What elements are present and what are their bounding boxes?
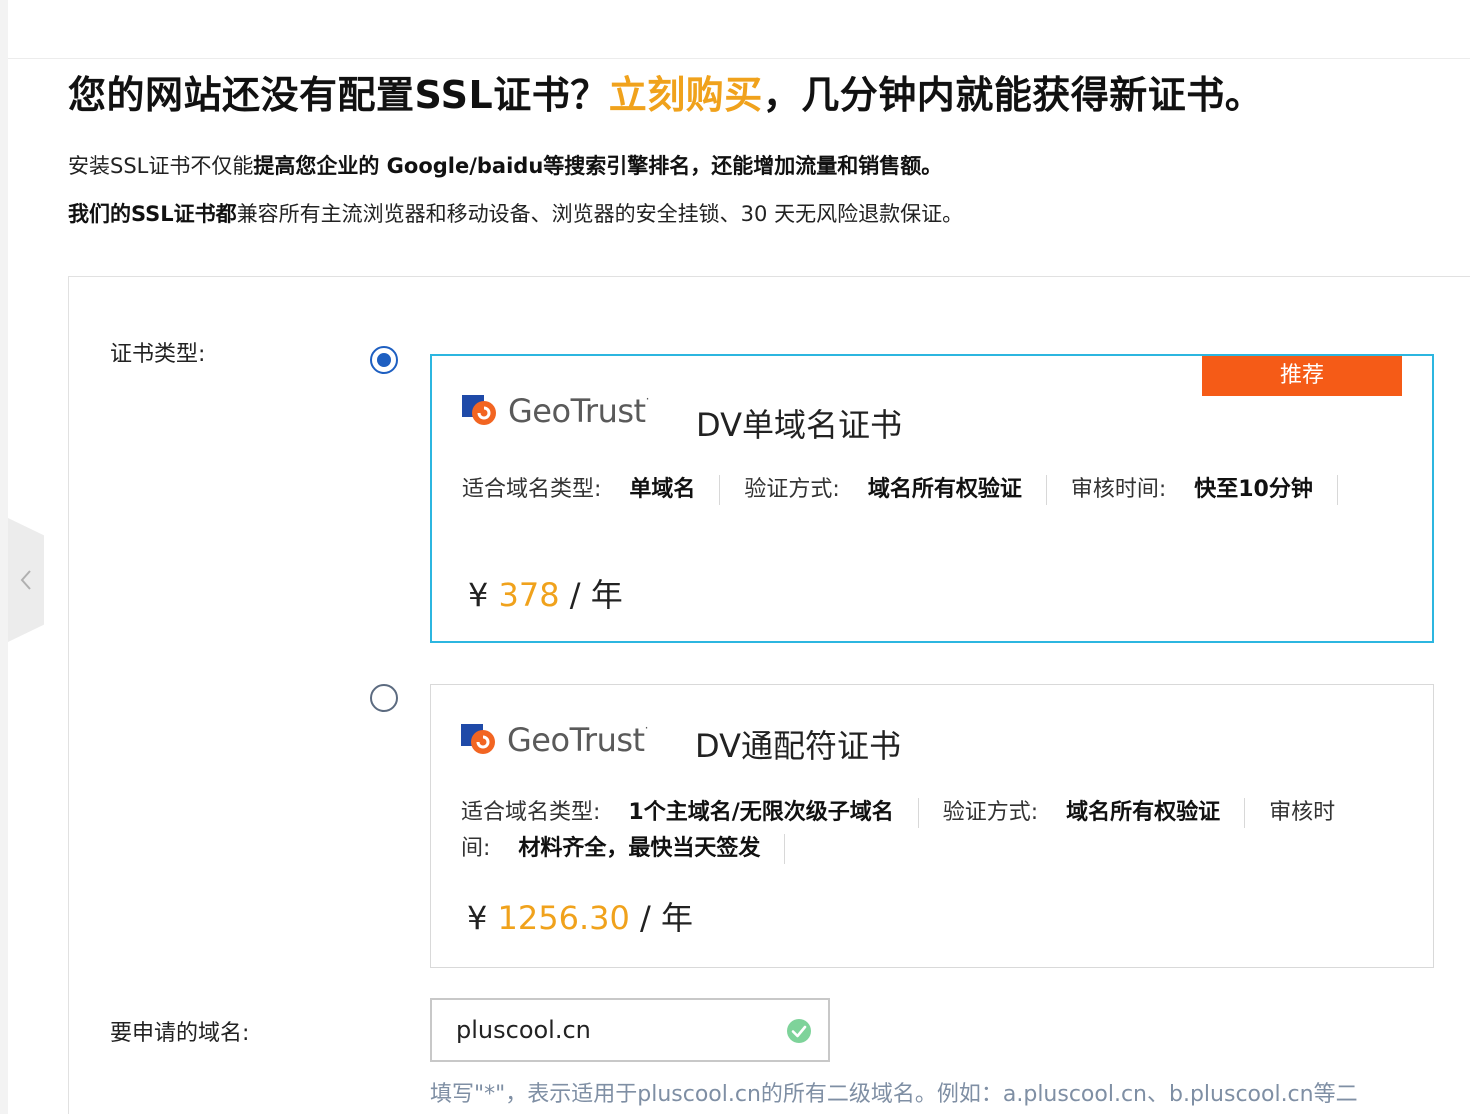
- intro-line-1: 安装SSL证书不仅能提高您企业的 Google/baidu等搜索引擎排名，还能增…: [68, 150, 942, 180]
- geotrust-logo: GeoTrust·: [462, 392, 649, 430]
- brand-name: GeoTrust·: [508, 392, 649, 430]
- geotrust-logo: GeoTrust·: [461, 721, 648, 759]
- headline-suffix: ，几分钟内就能获得新证书。: [762, 73, 1264, 117]
- trademark-dot: ·: [645, 392, 650, 406]
- spec-divider: [1045, 475, 1047, 505]
- cert-title: DV单域名证书: [696, 406, 902, 444]
- brand-name-text: GeoTrust: [508, 392, 646, 430]
- cert-option-dv-wildcard[interactable]: GeoTrust· DV通配符证书 适合域名类型: 1个主域名/无限次级子域名 验…: [430, 684, 1434, 968]
- intro-line-2: 我们的SSL证书都兼容所有主流浏览器和移动设备、浏览器的安全挂锁、30 天无风险…: [68, 198, 963, 228]
- radio-dv-single-domain[interactable]: [370, 346, 398, 374]
- cert-price: ¥ 1256.30 / 年: [467, 893, 693, 939]
- sidebar-collapse-tab[interactable]: [8, 518, 44, 642]
- geotrust-mark-icon: [461, 724, 495, 754]
- domain-hint: 填写"*"，表示适用于pluscool.cn的所有二级域名。例如：a.plusc…: [430, 1082, 1358, 1107]
- price-currency: ¥: [468, 576, 489, 614]
- price-currency: ¥: [467, 899, 488, 937]
- brand-name: GeoTrust·: [507, 721, 648, 759]
- top-divider: [8, 58, 1470, 59]
- intro-line-2-bold: 我们的SSL证书都: [68, 202, 237, 226]
- domain-input[interactable]: pluscool.cn: [430, 998, 830, 1062]
- domain-label: 要申请的域名:: [110, 1021, 250, 1046]
- page-headline: 您的网站还没有配置SSL证书？立刻购买，几分钟内就能获得新证书。: [68, 64, 1263, 119]
- domain-type-value: 1个主域名/无限次级子域名: [628, 800, 894, 825]
- domain-input-value: pluscool.cn: [456, 1016, 591, 1044]
- brand-name-text: GeoTrust: [507, 721, 645, 759]
- price-amount: 1256.30: [497, 899, 630, 937]
- cert-price: ¥ 378 / 年: [468, 570, 623, 616]
- intro-line-2-plain: 兼容所有主流浏览器和移动设备、浏览器的安全挂锁、30 天无风险退款保证。: [236, 202, 964, 226]
- domain-type-key: 适合域名类型:: [461, 800, 601, 825]
- check-circle-icon: [787, 1019, 811, 1043]
- spec-divider: [784, 834, 786, 864]
- radio-dv-wildcard[interactable]: [370, 684, 398, 712]
- trademark-dot: ·: [644, 721, 649, 735]
- intro-line-1-plain: 安装SSL证书不仅能: [68, 154, 254, 178]
- price-amount: 378: [498, 576, 560, 614]
- spec-divider: [917, 798, 919, 828]
- buy-now-link[interactable]: 立刻购买: [609, 73, 763, 117]
- spec-divider: [719, 475, 721, 505]
- cert-type-label: 证书类型:: [110, 342, 206, 367]
- review-value: 材料齐全，最快当天签发: [518, 836, 761, 861]
- domain-type-value: 单域名: [629, 477, 696, 502]
- cert-title: DV通配符证书: [695, 727, 901, 765]
- cert-specs: 适合域名类型: 单域名 验证方式: 域名所有权验证 审核时间: 快至10分钟: [462, 472, 1402, 508]
- headline-prefix: 您的网站还没有配置SSL证书？: [68, 73, 609, 117]
- domain-type-key: 适合域名类型:: [462, 477, 602, 502]
- cert-option-dv-single-domain[interactable]: 推荐 GeoTrust· DV单域名证书 适合域名类型: 单域名 验证方式: 域名…: [430, 354, 1434, 643]
- chevron-left-icon: [20, 570, 31, 590]
- verify-value: 域名所有权验证: [1066, 800, 1221, 825]
- price-period: / 年: [629, 899, 693, 937]
- geotrust-mark-icon: [462, 395, 496, 425]
- review-value: 快至10分钟: [1194, 477, 1313, 502]
- left-edge-rule: [0, 0, 8, 1114]
- verify-key: 验证方式:: [744, 477, 840, 502]
- recommended-badge: 推荐: [1202, 356, 1402, 396]
- spec-divider: [1336, 475, 1338, 505]
- cert-specs: 适合域名类型: 1个主域名/无限次级子域名 验证方式: 域名所有权验证 审核时间: …: [461, 795, 1401, 867]
- spec-divider: [1244, 798, 1246, 828]
- verify-key: 验证方式:: [942, 800, 1039, 825]
- review-key: 审核时间:: [1070, 477, 1167, 502]
- intro-line-1-bold: 提高您企业的 Google/baidu等搜索引擎排名，还能增加流量和销售额。: [253, 154, 943, 178]
- verify-value: 域名所有权验证: [867, 477, 1022, 502]
- price-period: / 年: [559, 576, 623, 614]
